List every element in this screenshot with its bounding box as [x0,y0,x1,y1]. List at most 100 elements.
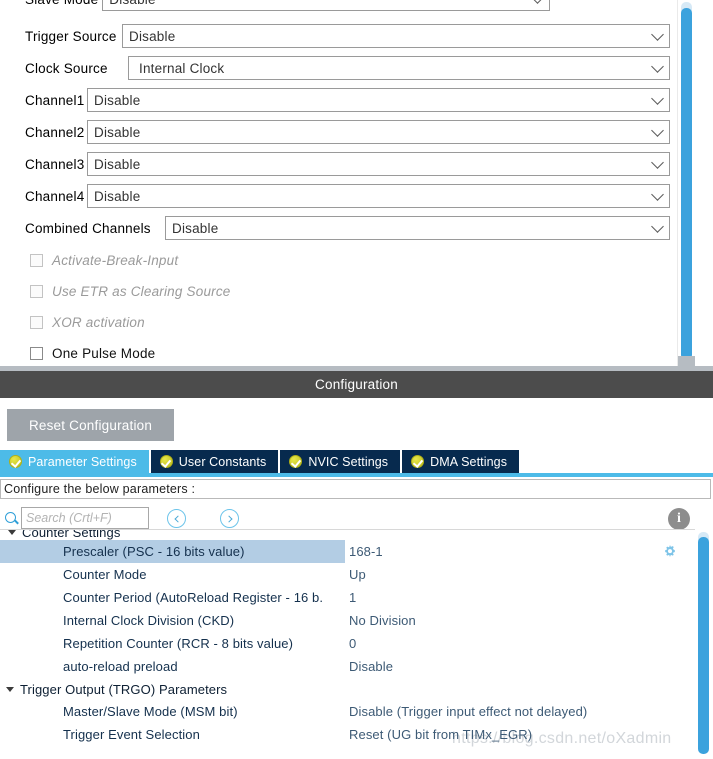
param-name-trigger-event-selection: Trigger Event Selection [63,727,200,742]
combo-trigger-source[interactable]: Disable [122,24,670,48]
combo-value-channel3: Disable [94,156,141,172]
tab-label-user-constants: User Constants [178,454,267,469]
info-icon[interactable]: i [668,508,690,530]
parameter-table: Counter Settings Prescaler (PSC - 16 bit… [0,529,695,759]
checkbox-row-activate-break-input[interactable]: Activate-Break-Input [30,249,178,271]
form-row-channel2: Channel2 Disable [25,119,670,145]
combo-slave-mode[interactable]: Disable [102,0,551,11]
param-value-prescaler[interactable]: 168-1 [345,544,383,559]
group-row-trigger-output[interactable]: Trigger Output (TRGO) Parameters [0,678,695,700]
form-row-channel4: Channel4 Disable [25,183,670,209]
checkbox-activate-break-input [30,253,43,267]
combo-value-clock-source: Internal Clock [139,60,225,76]
chevron-down-icon [651,220,664,233]
form-label-channel2: Channel2 [25,124,85,140]
param-value-trigger-event-selection[interactable]: Reset (UG bit from TIMx_EGR) [345,727,532,742]
nav-next-button[interactable] [220,509,239,528]
combo-channel4[interactable]: Disable [87,184,670,208]
param-name-cell: Trigger Event Selection [0,723,345,746]
form-row-trigger-source: Trigger Source Disable [25,23,670,49]
form-label-channel1: Channel1 [25,92,85,108]
check-circle-icon [9,455,22,468]
table-row[interactable]: Master/Slave Mode (MSM bit) Disable (Tri… [0,700,695,723]
param-name-prescaler: Prescaler (PSC - 16 bits value) [63,544,245,559]
param-name-master-slave-mode: Master/Slave Mode (MSM bit) [63,704,238,719]
checkbox-row-xor-activation[interactable]: XOR activation [30,311,145,333]
table-row[interactable]: Internal Clock Division (CKD) No Divisio… [0,609,695,632]
param-value-repetition-counter[interactable]: 0 [345,636,356,651]
combo-combined-channels[interactable]: Disable [165,216,670,240]
param-name-repetition-counter: Repetition Counter (RCR - 8 bits value) [63,636,294,651]
tab-underline [0,473,713,477]
param-value-counter-mode[interactable]: Up [345,567,366,582]
group-row-counter-settings[interactable]: Counter Settings [0,529,695,540]
combo-value-combined-channels: Disable [172,220,219,236]
param-name-counter-mode: Counter Mode [63,567,147,582]
param-name-cell: Prescaler (PSC - 16 bits value) [0,540,345,563]
form-pane-scrollbar[interactable] [677,0,695,371]
combo-channel1[interactable]: Disable [87,88,670,112]
configuration-tabs: Parameter Settings User Constants NVIC S… [0,450,713,473]
configuration-title: Configuration [315,377,398,392]
form-row-channel1: Channel1 Disable [25,87,670,113]
parameter-table-scrollbar[interactable] [695,529,713,759]
table-row[interactable]: Repetition Counter (RCR - 8 bits value) … [0,632,695,655]
checkbox-xor-activation [30,315,43,329]
checkbox-one-pulse-mode [30,346,43,360]
checkbox-use-etr-clearing-source [30,284,43,298]
form-label-slave-mode: Slave Mode [25,0,98,7]
table-row[interactable]: Counter Mode Up [0,563,695,586]
combo-value-trigger-source: Disable [129,28,176,44]
table-row[interactable]: Counter Period (AutoReload Register - 16… [0,586,695,609]
param-value-internal-clock-division[interactable]: No Division [345,613,416,628]
tab-nvic-settings[interactable]: NVIC Settings [280,450,403,473]
combo-value-channel1: Disable [94,92,141,108]
param-name-counter-period: Counter Period (AutoReload Register - 16… [63,590,324,605]
table-row[interactable]: Prescaler (PSC - 16 bits value) 168-1 [0,540,695,563]
group-label-trigger-output: Trigger Output (TRGO) Parameters [20,681,228,697]
form-label-channel3: Channel3 [25,156,85,172]
form-label-trigger-source: Trigger Source [25,28,117,44]
chevron-down-icon [651,28,664,41]
chevron-down-icon [531,0,545,4]
combo-channel2[interactable]: Disable [87,120,670,144]
check-circle-icon [289,455,303,468]
param-name-cell: Counter Period (AutoReload Register - 16… [0,586,345,609]
chevron-left-icon [173,514,182,523]
table-row[interactable]: Trigger Event Selection Reset (UG bit fr… [0,723,695,746]
param-name-cell: Master/Slave Mode (MSM bit) [0,700,345,723]
param-value-master-slave-mode[interactable]: Disable (Trigger input effect not delaye… [345,704,587,719]
tab-dma-settings[interactable]: DMA Settings [402,450,522,473]
tab-label-dma-settings: DMA Settings [430,454,508,469]
search-input[interactable] [21,507,149,529]
gear-icon[interactable] [663,545,677,559]
param-name-auto-reload-preload: auto-reload preload [63,659,178,674]
nav-previous-button[interactable] [167,509,186,528]
chevron-down-icon [6,686,14,692]
configure-parameters-text: Configure the below parameters : [4,482,196,496]
form-scrollbar-thumb[interactable] [681,8,692,360]
combo-value-slave-mode: Disable [109,0,155,7]
combo-channel3[interactable]: Disable [87,152,670,176]
param-value-counter-period[interactable]: 1 [345,590,356,605]
configuration-title-bar: Configuration [0,371,713,398]
tab-parameter-settings[interactable]: Parameter Settings [0,450,151,473]
param-name-cell: Repetition Counter (RCR - 8 bits value) [0,632,345,655]
checkbox-label-use-etr-clearing-source: Use ETR as Clearing Source [52,283,231,299]
table-row[interactable]: auto-reload preload Disable [0,655,695,678]
chevron-down-icon [651,60,664,73]
tab-user-constants[interactable]: User Constants [150,450,281,473]
combo-clock-source[interactable]: Internal Clock [128,56,670,80]
check-circle-icon [159,455,173,468]
checkbox-row-one-pulse-mode[interactable]: One Pulse Mode [30,342,155,364]
search-icon [5,512,16,523]
param-name-cell: Counter Mode [0,563,345,586]
form-label-channel4: Channel4 [25,188,85,204]
form-row-slave-mode: Slave Mode Disable [0,0,695,12]
reset-configuration-button[interactable]: Reset Configuration [7,409,174,441]
form-row-combined-channels: Combined Channels Disable [25,215,670,241]
checkbox-row-use-etr-clearing-source[interactable]: Use ETR as Clearing Source [30,280,231,302]
table-scrollbar-thumb[interactable] [698,537,709,754]
param-value-auto-reload-preload[interactable]: Disable [345,659,393,674]
group-label-counter-settings: Counter Settings [22,529,121,540]
